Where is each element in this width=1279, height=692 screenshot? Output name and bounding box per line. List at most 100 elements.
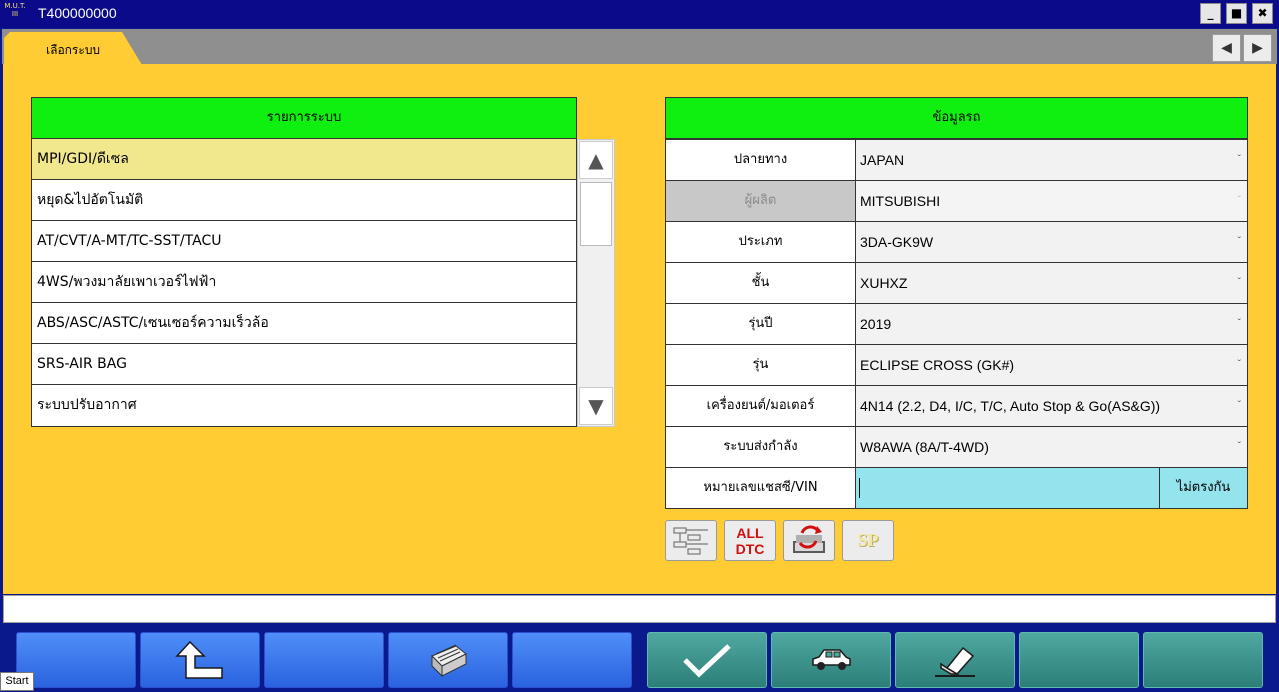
vehicle-field-type[interactable]: ประเภท 3DA-GK9W ˇ	[666, 221, 1247, 262]
function-button-10[interactable]	[1143, 632, 1263, 688]
field-label: ประเภท	[666, 222, 856, 262]
model-select[interactable]: ECLIPSE CROSS (GK#) ˇ	[856, 345, 1247, 385]
field-label: รุ่น	[666, 345, 856, 385]
type-select[interactable]: 3DA-GK9W ˇ	[856, 222, 1247, 262]
vehicle-field-manufacturer: ผู้ผลิต MITSUBISHI ˇ	[666, 180, 1247, 221]
function-button-9[interactable]	[1019, 632, 1139, 688]
close-button[interactable]: ✖	[1252, 3, 1273, 24]
tab-label: เลือกระบบ	[46, 43, 101, 57]
vehicle-field-vin: หมายเลขแชสซี/VIN ไม่ตรงกัน	[666, 467, 1247, 508]
title-bar: M.U.T. III T400000000 _ ■ ✖	[0, 0, 1279, 28]
ok-button[interactable]	[647, 632, 767, 688]
system-list-item[interactable]: ABS/ASC/ASTC/เซนเซอร์ความเร็วล้อ	[32, 303, 576, 344]
vehicle-field-engine[interactable]: เครื่องยนต์/มอเตอร์ 4N14 (2.2, D4, I/C, …	[666, 385, 1247, 426]
field-label: เครื่องยนต์/มอเตอร์	[666, 386, 856, 426]
vin-status: ไม่ตรงกัน	[1160, 468, 1247, 508]
clear-button[interactable]	[895, 632, 1015, 688]
vin-label: หมายเลขแชสซี/VIN	[666, 468, 856, 508]
window-title: T400000000	[38, 5, 117, 21]
model-year-select[interactable]: 2019 ˇ	[856, 304, 1247, 344]
chevron-down-icon: ˇ	[1237, 441, 1241, 452]
vehicle-info-panel: ข้อมูลรถ ปลายทาง JAPAN ˇ ผู้ผลิต MITSUBIS…	[665, 97, 1248, 509]
engine-select[interactable]: 4N14 (2.2, D4, I/C, T/C, Auto Stop & Go(…	[856, 386, 1247, 426]
all-dtc-line1: ALL	[736, 525, 764, 541]
chevron-down-icon: ˇ	[1237, 195, 1241, 206]
chevron-down-icon: ˇ	[1237, 277, 1241, 288]
start-tooltip: Start	[0, 672, 34, 691]
app-logo-icon: M.U.T. III	[4, 2, 26, 18]
system-list-item[interactable]: MPI/GDI/ดีเซล	[32, 139, 576, 180]
field-value: MITSUBISHI	[860, 193, 941, 209]
manufacturer-select: MITSUBISHI ˇ	[856, 181, 1247, 221]
field-label: ปลายทาง	[666, 140, 856, 180]
car-icon	[812, 649, 851, 670]
class-select[interactable]: XUHXZ ˇ	[856, 263, 1247, 303]
system-list: รายการระบบ MPI/GDI/ดีเซล หยุด&ไปอัตโนมัต…	[31, 97, 577, 427]
tab-select-system[interactable]: เลือกระบบ	[4, 32, 142, 65]
scroll-up-arrow-icon[interactable]: ▲	[579, 141, 613, 179]
tool-buttons: ALL DTC SP	[665, 520, 905, 562]
system-list-item[interactable]: 4WS/พวงมาลัยเพาเวอร์ไฟฟ้า	[32, 262, 576, 303]
system-list-item[interactable]: ระบบปรับอากาศ	[32, 385, 576, 426]
function-button-5[interactable]	[512, 632, 632, 688]
field-value: 3DA-GK9W	[860, 234, 934, 250]
printer-icon	[431, 644, 467, 678]
text-caret	[859, 478, 860, 498]
field-value: ECLIPSE CROSS (GK#)	[860, 357, 1015, 373]
vehicle-field-model[interactable]: รุ่น ECLIPSE CROSS (GK#) ˇ	[666, 344, 1247, 385]
main-panel: รายการระบบ MPI/GDI/ดีเซล หยุด&ไปอัตโนมัต…	[3, 64, 1276, 594]
ecu-refresh-icon	[793, 525, 825, 553]
maximize-button[interactable]: ■	[1226, 3, 1247, 24]
system-list-scrollbar[interactable]: ▲ ▼	[577, 139, 615, 427]
all-dtc-line2: DTC	[735, 541, 765, 557]
scroll-thumb[interactable]	[580, 182, 612, 246]
chevron-down-icon: ˇ	[1237, 359, 1241, 370]
chevron-down-icon: ˇ	[1237, 400, 1241, 411]
sp-button[interactable]: SP	[842, 520, 894, 561]
sp-icon: SP	[857, 530, 879, 550]
tab-prev-button[interactable]: ◀	[1212, 34, 1241, 62]
field-value: XUHXZ	[860, 275, 908, 291]
vehicle-info-header: ข้อมูลรถ	[666, 98, 1247, 139]
vehicle-field-transmission[interactable]: ระบบส่งกำลัง W8AWA (8A/T-4WD) ˇ	[666, 426, 1247, 467]
chevron-down-icon: ˇ	[1237, 154, 1241, 165]
checkmark-icon	[683, 644, 731, 678]
system-tree-button[interactable]	[665, 520, 717, 561]
all-dtc-icon: ALL DTC	[725, 521, 775, 557]
field-value: JAPAN	[860, 152, 905, 168]
field-value: W8AWA (8A/T-4WD)	[860, 439, 989, 455]
field-label: รุ่นปี	[666, 304, 856, 344]
field-value: 4N14 (2.2, D4, I/C, T/C, Auto Stop & Go(…	[860, 398, 1161, 414]
field-value: 2019	[860, 316, 892, 332]
function-button-3[interactable]	[264, 632, 384, 688]
return-arrow-icon	[175, 640, 223, 679]
eraser-icon	[935, 646, 975, 677]
destination-select[interactable]: JAPAN ˇ	[856, 140, 1247, 180]
ecu-update-button[interactable]	[783, 520, 835, 561]
print-button[interactable]	[388, 632, 508, 688]
tab-strip: เลือกระบบ ◀ ▶	[2, 29, 1277, 65]
system-list-item[interactable]: SRS-AIR BAG	[32, 344, 576, 385]
function-button-1[interactable]	[16, 632, 136, 688]
vehicle-field-class[interactable]: ชั้น XUHXZ ˇ	[666, 262, 1247, 303]
vin-input[interactable]	[856, 468, 1160, 508]
field-label: ผู้ผลิต	[666, 181, 856, 221]
back-button[interactable]	[140, 632, 260, 688]
scroll-down-arrow-icon[interactable]: ▼	[579, 387, 613, 425]
function-bar	[0, 624, 1279, 692]
system-list-header: รายการระบบ	[32, 98, 576, 139]
system-tree-icon	[673, 527, 708, 555]
transmission-select[interactable]: W8AWA (8A/T-4WD) ˇ	[856, 427, 1247, 467]
vehicle-field-model-year[interactable]: รุ่นปี 2019 ˇ	[666, 303, 1247, 344]
field-label: ระบบส่งกำลัง	[666, 427, 856, 467]
system-list-item[interactable]: หยุด&ไปอัตโนมัติ	[32, 180, 576, 221]
minimize-button[interactable]: _	[1200, 3, 1221, 24]
chevron-down-icon: ˇ	[1237, 318, 1241, 329]
system-list-item[interactable]: AT/CVT/A-MT/TC-SST/TACU	[32, 221, 576, 262]
tab-next-button[interactable]: ▶	[1243, 34, 1272, 62]
field-label: ชั้น	[666, 263, 856, 303]
vehicle-button[interactable]	[771, 632, 891, 688]
all-dtc-button[interactable]: ALL DTC	[724, 520, 776, 561]
message-bar	[3, 595, 1276, 623]
vehicle-field-destination[interactable]: ปลายทาง JAPAN ˇ	[666, 139, 1247, 180]
